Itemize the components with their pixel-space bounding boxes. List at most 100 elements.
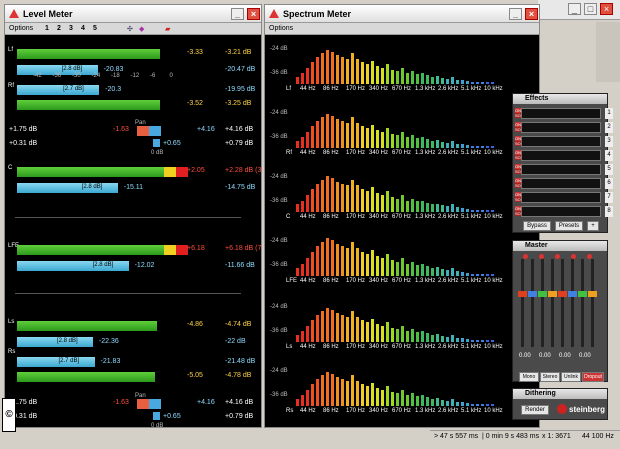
fader-knob[interactable]	[588, 291, 597, 297]
brand-label: steinberg	[569, 405, 606, 414]
minimize-icon[interactable]: _	[231, 8, 244, 20]
spectrum-bar	[331, 51, 334, 84]
spectrum-bar	[411, 393, 414, 406]
separator	[15, 217, 241, 218]
rms-box: [2.7 dB]	[58, 358, 80, 364]
effect-slot[interactable]	[521, 108, 601, 119]
pan-left-bottom: +0.31 dB	[9, 140, 38, 147]
spectrum-bar	[311, 189, 314, 212]
book-icon[interactable]: ▰	[165, 25, 170, 33]
slot-number: 2	[605, 122, 613, 133]
spectrum-bar	[476, 274, 479, 276]
channel-indicator[interactable]	[539, 254, 544, 259]
pan-red-value: -1.63	[113, 126, 129, 133]
spectrum-bar	[436, 334, 439, 342]
master-title: Master	[525, 242, 548, 249]
freq-label: 670 Hz	[392, 86, 412, 92]
spectrum-bar	[311, 62, 314, 84]
fader-value: 0.00	[579, 353, 591, 359]
options-menu[interactable]: Options	[269, 25, 293, 32]
spectrum-bar	[431, 204, 434, 212]
channel-indicator[interactable]	[587, 254, 592, 259]
fader-knob[interactable]	[558, 291, 567, 297]
preset-5-button[interactable]: 5	[93, 25, 97, 32]
spectrum-graph	[296, 44, 506, 84]
spectrum-bar	[391, 260, 394, 276]
options-menu[interactable]: Options	[9, 25, 33, 32]
pan-right-top: +4.16 dB	[225, 399, 254, 406]
scale-tick: -18	[111, 73, 120, 79]
spectrum-bar	[296, 334, 299, 342]
spectrum-bar	[331, 373, 334, 406]
spectrum-bar	[481, 274, 484, 276]
close-icon[interactable]: ×	[600, 3, 613, 15]
preset-3-button[interactable]: 3	[69, 25, 73, 32]
add-icon[interactable]: +	[587, 221, 599, 231]
diamond-icon[interactable]: ◆	[139, 25, 144, 33]
presets-button[interactable]: Presets	[555, 221, 583, 231]
close-icon[interactable]: ×	[247, 8, 260, 20]
bypass-button[interactable]: Bypass	[523, 221, 551, 231]
channel-indicator[interactable]	[555, 254, 560, 259]
spectrum-bar	[411, 198, 414, 212]
spectrum-bar	[381, 389, 384, 406]
fader-knob[interactable]	[518, 291, 527, 297]
spectrum-bar	[326, 49, 329, 84]
effect-slot[interactable]	[521, 192, 601, 203]
freq-label: 86 Hz	[323, 86, 339, 92]
spectrum-bar	[386, 254, 389, 276]
spectrum-bar	[306, 325, 309, 342]
steinberg-logo-icon	[557, 404, 567, 414]
spectrum-bar	[396, 329, 399, 342]
minimize-icon[interactable]: _	[568, 3, 581, 15]
minimize-icon[interactable]: _	[509, 8, 522, 20]
spectrum-bar	[341, 315, 344, 342]
rms-box: [2.8 dB]	[92, 262, 114, 268]
render-button[interactable]: Render	[521, 405, 549, 415]
preset-2-button[interactable]: 2	[57, 25, 61, 32]
preset-4-button[interactable]: 4	[81, 25, 85, 32]
fader-knob[interactable]	[538, 291, 547, 297]
freq-label: 86 Hz	[323, 150, 339, 156]
spectrum-bar	[471, 403, 474, 406]
peak-value: -3.25 dB	[225, 100, 252, 107]
mono-button[interactable]: Mono	[519, 372, 539, 382]
effect-slot[interactable]	[521, 122, 601, 133]
freq-label: 670 Hz	[392, 408, 412, 414]
effects-title: Effects	[525, 95, 549, 102]
spectrum-channel-label: Rs	[286, 408, 294, 414]
freq-label: 340 Hz	[369, 278, 389, 284]
spectrum-bar	[306, 258, 309, 276]
fader-knob[interactable]	[578, 291, 587, 297]
stereo-button[interactable]: Stereo	[540, 372, 560, 382]
channel-indicator[interactable]	[523, 254, 528, 259]
spectrum-bar	[356, 122, 359, 148]
network-icon[interactable]: ✣	[127, 25, 133, 33]
unlink-button[interactable]: Unlink	[561, 372, 581, 382]
spectrum-bar	[381, 258, 384, 276]
spectrum-bar	[401, 131, 404, 148]
rms-value: -11.66 dB	[225, 262, 255, 269]
channel-indicator[interactable]	[571, 254, 576, 259]
maximize-icon[interactable]: □	[584, 3, 597, 15]
spectrum-bar	[466, 208, 469, 212]
effect-slot[interactable]	[521, 150, 601, 161]
effect-slot[interactable]	[521, 206, 601, 217]
spectrum-bar	[341, 121, 344, 148]
dropout-button[interactable]: Dropout	[582, 372, 604, 382]
freq-label: 44 Hz	[300, 150, 316, 156]
freq-label: 1.3 kHz	[415, 86, 436, 92]
scale-tick: -6	[150, 73, 156, 79]
close-icon[interactable]: ×	[525, 8, 538, 20]
freq-label: 1.3 kHz	[415, 344, 436, 350]
preset-1-button[interactable]: 1	[45, 25, 49, 32]
fader-knob[interactable]	[548, 291, 557, 297]
spectrum-bar	[341, 57, 344, 84]
effect-slot[interactable]	[521, 178, 601, 189]
fader-knob[interactable]	[528, 291, 537, 297]
spectrum-bar	[416, 73, 419, 84]
effect-slot[interactable]	[521, 136, 601, 147]
spectrum-graph	[296, 236, 506, 276]
fader-knob[interactable]	[568, 291, 577, 297]
effect-slot[interactable]	[521, 164, 601, 175]
